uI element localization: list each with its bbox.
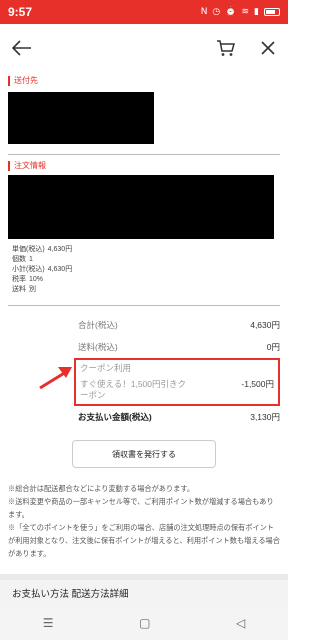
- coupon-line: すぐ使える！1,500円引きク ーポン -1,500円: [80, 379, 274, 401]
- total-value: 4,630円: [250, 320, 280, 330]
- detail-row: 個数 1: [12, 256, 33, 263]
- menu-nav-icon[interactable]: ☰: [43, 616, 54, 630]
- cart-icon[interactable]: [216, 39, 236, 57]
- wifi-icon: ≋: [241, 7, 250, 17]
- home-nav-icon[interactable]: ▢: [139, 616, 150, 630]
- notification-icon: N: [200, 7, 208, 17]
- redacted-address: [8, 92, 154, 144]
- coupon-value: -1,500円: [241, 379, 274, 389]
- coupon-box: クーポン利用 すぐ使える！1,500円引きク ーポン -1,500円: [74, 358, 280, 406]
- detail-row: 税率 10%: [12, 276, 44, 283]
- status-time: 9:57: [8, 5, 33, 19]
- shipping-fee-label: 送料(税込): [78, 342, 118, 352]
- order-label: 注文情報: [8, 161, 280, 171]
- close-icon[interactable]: [260, 40, 276, 56]
- back-nav-icon[interactable]: ◁: [236, 616, 245, 630]
- issue-receipt-button[interactable]: 領収書を発行する: [72, 440, 216, 468]
- system-nav-bar: ☰ ▢ ◁: [0, 606, 288, 640]
- payment-total-value: 3,130円: [250, 412, 280, 422]
- notes: ※総合計は配送都合などにより変動する場合があります。 ※送料変更や商品の一部キャ…: [0, 468, 288, 560]
- payment-method-section[interactable]: お支払い方法 配送方法詳細: [0, 574, 288, 606]
- total-label: 合計(税込): [78, 320, 118, 330]
- status-icons: N ◷ ⏰ ≋ ▮: [201, 7, 280, 17]
- detail-row: 小計(税込) 4,630円: [12, 266, 73, 273]
- alarm-icon: ⏰: [225, 7, 237, 17]
- app-bar: [0, 24, 288, 72]
- battery-icon: [264, 8, 280, 16]
- divider: [8, 305, 280, 306]
- signal-icon: ▮: [254, 7, 259, 17]
- back-arrow-icon[interactable]: [12, 40, 32, 56]
- coupon-name: すぐ使える！1,500円引きク ーポン: [80, 379, 187, 400]
- detail-row: 単価(税込) 4,630円: [12, 246, 73, 253]
- redacted-product: [8, 175, 274, 239]
- shipping-section: 送付先: [0, 76, 288, 144]
- order-summary: 合計(税込) 4,630円 送料(税込) 0円 クーポン利用 すぐ使える！1,5…: [74, 314, 280, 428]
- total-row: 合計(税込) 4,630円: [78, 314, 280, 336]
- order-section: 注文情報: [0, 161, 288, 239]
- note-item: ※総合計は配送都合などにより変動する場合があります。: [8, 484, 195, 493]
- shipping-row: 送料(税込) 0円: [78, 336, 280, 358]
- order-details: 単価(税込) 4,630円 個数 1 小計(税込) 4,630円 税率 10% 送料別: [0, 239, 288, 295]
- annotation-arrow-icon: [39, 367, 72, 390]
- shipping-fee-value: 0円: [266, 342, 280, 352]
- status-bar: 9:57 N ◷ ⏰ ≋ ▮: [0, 0, 288, 24]
- payment-total-label: お支払い金額(税込): [78, 412, 152, 422]
- detail-row: 送料別: [12, 286, 36, 293]
- clock-icon: ◷: [212, 7, 221, 17]
- payment-total-row: お支払い金額(税込) 3,130円: [78, 406, 280, 428]
- shipping-label: 送付先: [8, 76, 280, 86]
- note-item: ※送料変更や商品の一部キャンセル等で、ご利用ポイント数が増減する場合もあります。: [8, 497, 274, 519]
- note-item: ※「全てのポイントを使う」をご利用の場合、店舗の注文処理時点の保有ポイントが利用…: [8, 523, 280, 558]
- divider: [8, 154, 280, 155]
- coupon-title: クーポン利用: [80, 363, 132, 373]
